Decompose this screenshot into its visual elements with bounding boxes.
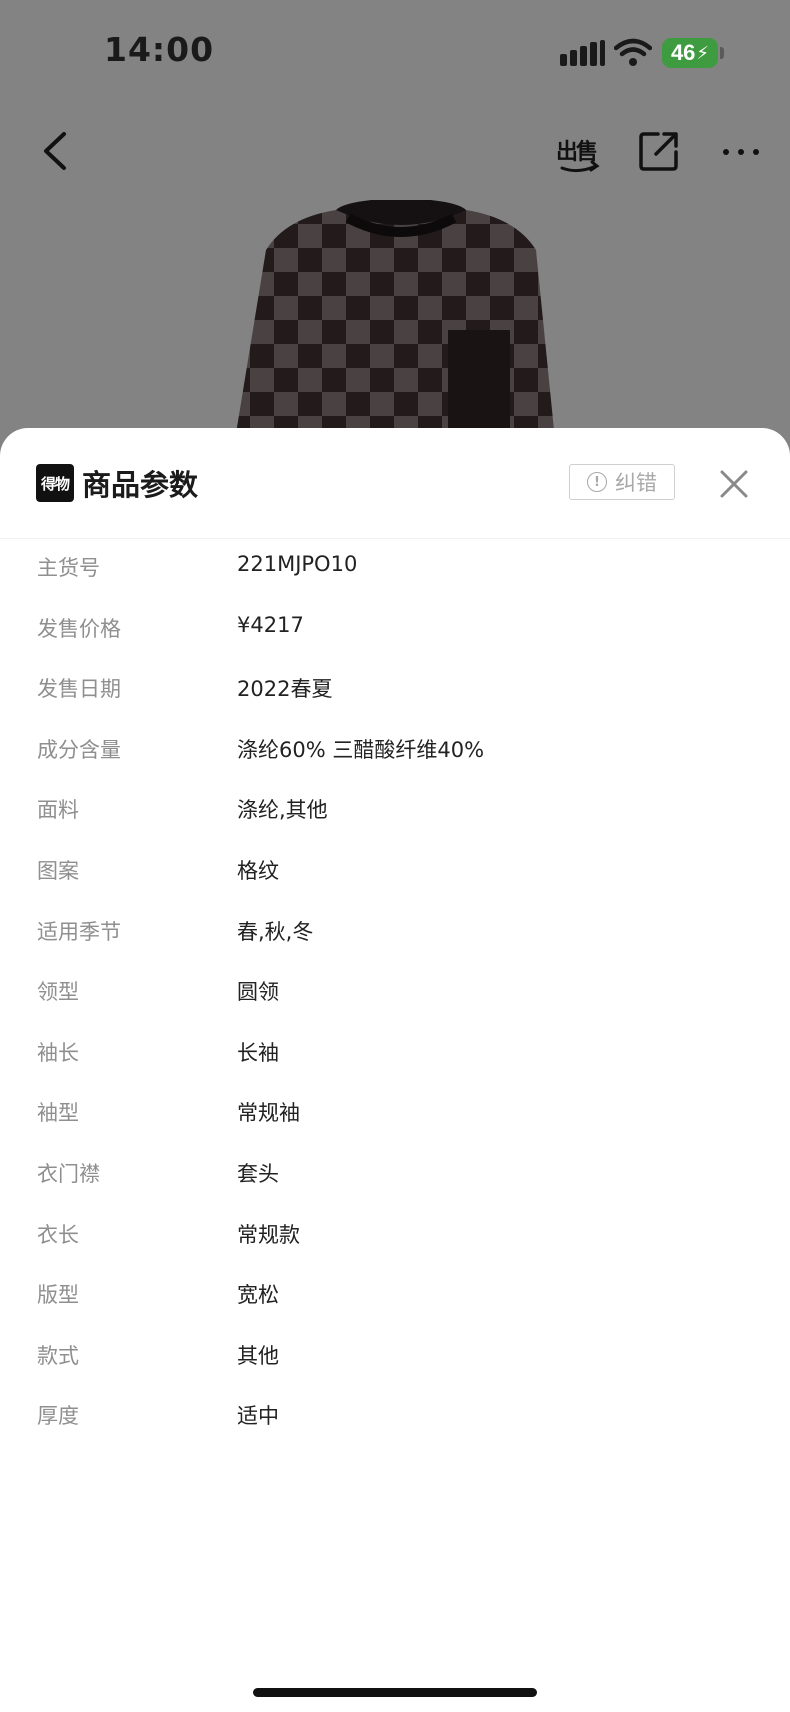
param-row: 发售价格 ¥4217	[0, 599, 790, 660]
param-row: 厚度 适中	[0, 1386, 790, 1447]
status-time: 14:00	[104, 30, 215, 69]
sell-button[interactable]: 出售	[556, 128, 602, 174]
close-icon	[720, 470, 748, 498]
param-row: 款式 其他	[0, 1326, 790, 1387]
sheet-header: 得物 商品参数 ! 纠错	[0, 428, 790, 539]
param-row: 适用季节 春,秋,冬	[0, 902, 790, 963]
battery-indicator: 46 ⚡	[662, 38, 718, 68]
param-key: 版型	[37, 1283, 79, 1308]
param-row: 衣门襟 套头	[0, 1144, 790, 1205]
param-value: 其他	[237, 1343, 279, 1368]
home-indicator	[253, 1688, 537, 1697]
param-value: 常规款	[237, 1222, 300, 1247]
status-bar: 14:00 46 ⚡	[0, 0, 790, 100]
charging-bolt-icon: ⚡	[696, 42, 710, 64]
params-list: 主货号 221MJPO10 发售价格 ¥4217 发售日期 2022春夏成分含量 涤纶60%…	[0, 538, 790, 1447]
param-row: 领型 圆领	[0, 962, 790, 1023]
param-row: 版型 宽松	[0, 1265, 790, 1326]
param-value: 格纹	[237, 858, 279, 883]
param-value: 长袖	[237, 1040, 279, 1065]
cellular-signal-icon	[560, 40, 606, 70]
param-key: 面料	[37, 798, 79, 823]
param-key: 主货号	[37, 556, 100, 580]
param-value: 221MJPO10	[237, 552, 358, 576]
brand-logo: 得物	[36, 464, 74, 502]
param-value: 常规袖	[237, 1101, 300, 1126]
share-external-icon	[639, 132, 678, 171]
param-row: 面料 涤纶,其他	[0, 780, 790, 841]
param-key: 图案	[37, 858, 79, 883]
product-page-background: 14:00 46 ⚡ 出售	[0, 0, 790, 470]
param-key: 袖型	[37, 1101, 79, 1126]
param-row: 袖长 长袖	[0, 1023, 790, 1084]
chevron-left-icon	[44, 132, 66, 170]
more-dots-icon	[723, 149, 759, 155]
param-key: 款式	[37, 1343, 79, 1368]
param-value: 涤纶,其他	[237, 798, 328, 823]
param-key: 发售日期	[37, 677, 121, 702]
param-row: 发售日期 2022春夏	[0, 659, 790, 720]
share-button[interactable]	[636, 128, 682, 174]
param-value: ¥4217	[237, 612, 304, 637]
param-value: 适中	[237, 1404, 279, 1429]
param-row: 图案 格纹	[0, 841, 790, 902]
report-error-label: 纠错	[615, 471, 657, 495]
report-error-button[interactable]: ! 纠错	[569, 464, 675, 500]
param-value: 宽松	[237, 1283, 279, 1308]
param-key: 厚度	[37, 1404, 79, 1429]
param-value: 2022春夏	[237, 677, 333, 702]
battery-level: 46	[670, 40, 696, 65]
param-key: 适用季节	[37, 919, 121, 944]
param-value: 圆领	[237, 980, 279, 1005]
battery-tip	[720, 47, 724, 59]
param-key: 发售价格	[37, 616, 121, 641]
product-params-sheet: 得物 商品参数 ! 纠错 主货号 221MJPO10 发售价格 ¥4217 发售日期 20…	[0, 428, 790, 1712]
back-button[interactable]	[34, 126, 78, 176]
param-value: 套头	[237, 1161, 279, 1186]
param-key: 衣长	[37, 1222, 79, 1247]
param-key: 袖长	[37, 1040, 79, 1065]
param-row: 主货号 221MJPO10	[0, 538, 790, 599]
param-key: 成分含量	[37, 737, 121, 762]
param-row: 衣长 常规款	[0, 1205, 790, 1266]
top-nav-bar: 出售	[0, 110, 790, 190]
param-value: 春,秋,冬	[237, 919, 314, 944]
wifi-icon	[613, 38, 653, 70]
param-key: 领型	[37, 980, 79, 1005]
sell-arrows-icon	[560, 160, 600, 173]
brand-logo-text: 得物	[40, 474, 70, 493]
info-circle-icon: !	[587, 472, 607, 492]
more-button[interactable]	[718, 128, 764, 174]
param-key: 衣门襟	[37, 1161, 100, 1186]
param-row: 袖型 常规袖	[0, 1083, 790, 1144]
param-value: 涤纶60% 三醋酸纤维40%	[237, 737, 485, 762]
sheet-title: 商品参数	[82, 468, 199, 502]
close-button[interactable]	[718, 468, 750, 500]
param-row: 成分含量 涤纶60% 三醋酸纤维40%	[0, 720, 790, 781]
